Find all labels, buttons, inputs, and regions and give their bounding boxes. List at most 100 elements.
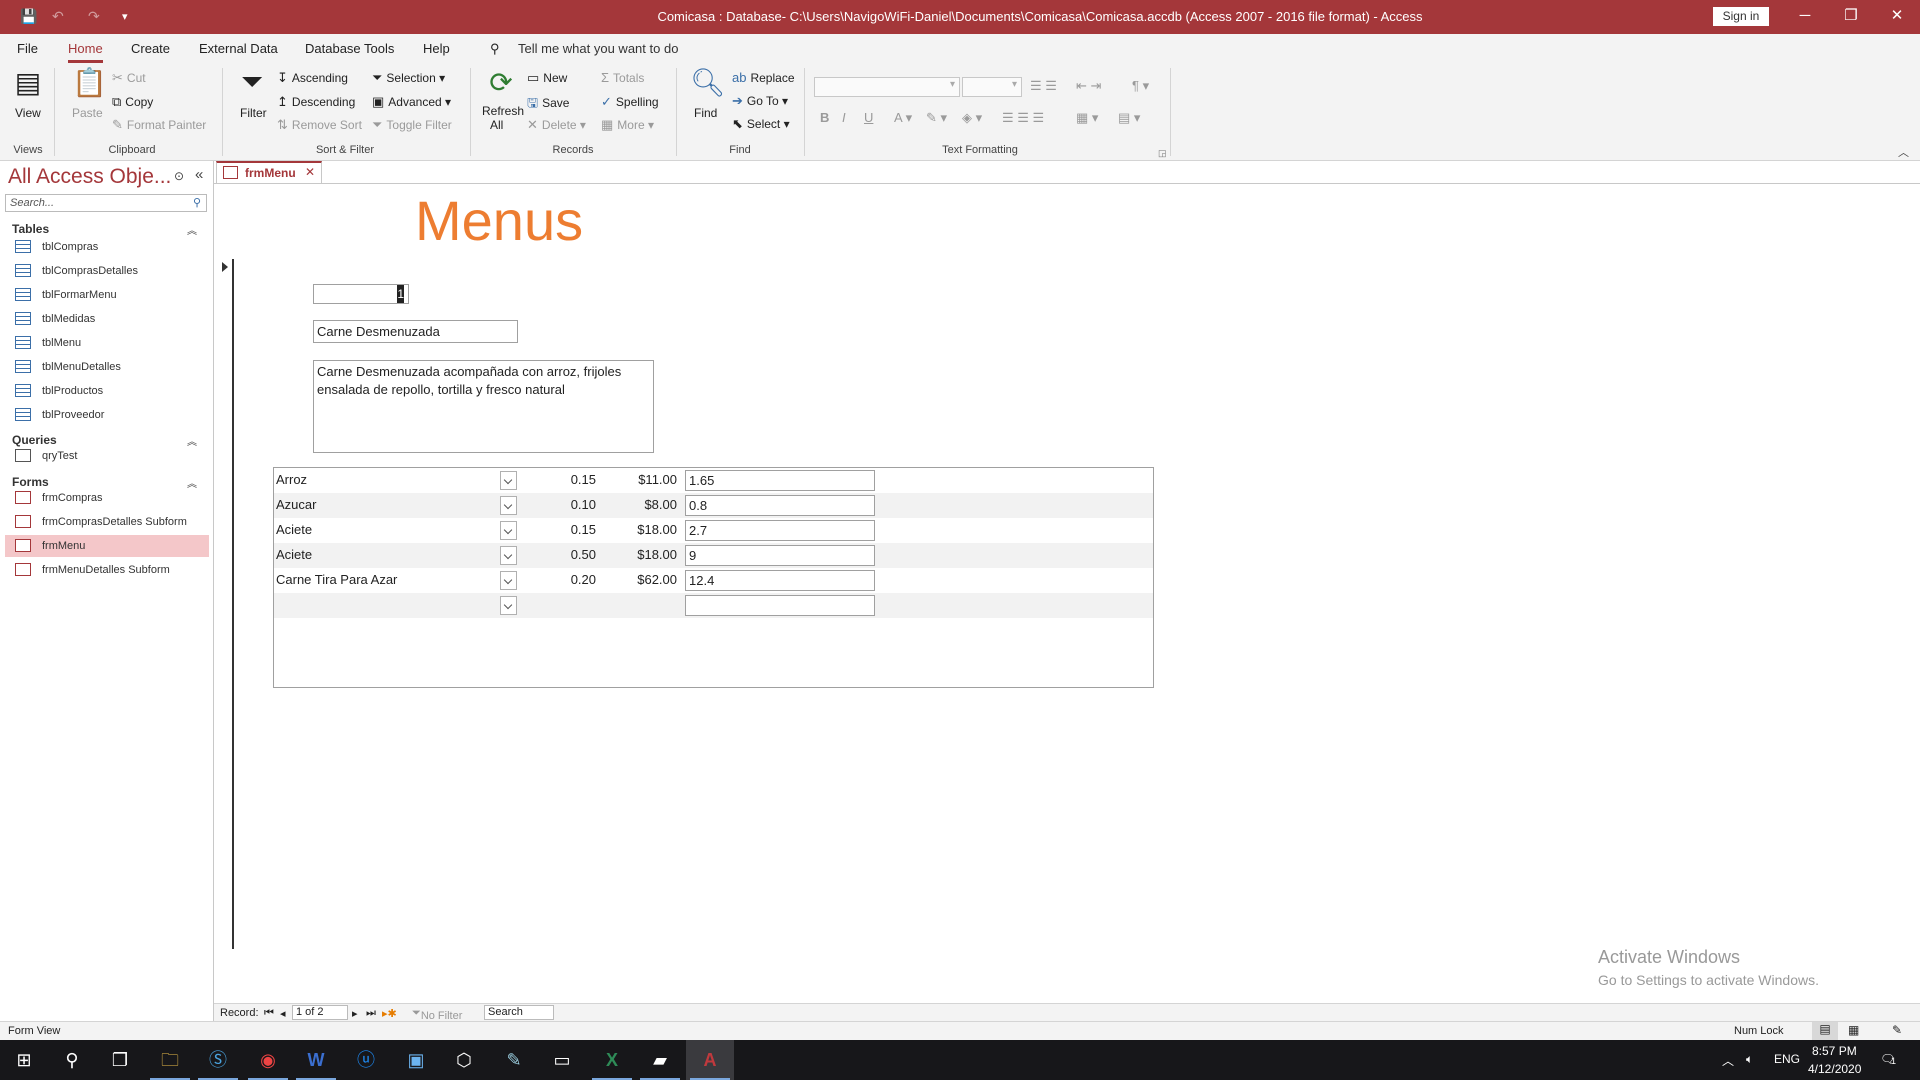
nav-item-frmmenudetalles-subform[interactable]: frmMenuDetalles Subform <box>5 559 209 581</box>
nav-group-tables[interactable]: Tables <box>12 222 49 236</box>
product-dropdown-button[interactable] <box>500 496 517 515</box>
replace-button[interactable]: ab Replace <box>732 70 795 85</box>
product-dropdown-button[interactable] <box>500 546 517 565</box>
tab-home[interactable]: Home <box>68 41 103 63</box>
volume-icon[interactable]: 🔈︎ <box>1746 1052 1753 1067</box>
total-field[interactable]: 0.8 <box>685 495 875 516</box>
nav-item-tblmenudetalles[interactable]: tblMenuDetalles <box>5 356 209 378</box>
tab-database-tools[interactable]: Database Tools <box>305 41 394 56</box>
italic-button[interactable]: I <box>842 110 846 125</box>
redo-icon[interactable]: ↷ <box>88 8 100 25</box>
search-icon[interactable]: ⚲ <box>193 196 201 209</box>
nav-item-tblformarmenu[interactable]: tblFormarMenu <box>5 284 209 306</box>
language-indicator[interactable]: ENG <box>1774 1052 1800 1066</box>
paragraph-icon[interactable]: ¶ ▾ <box>1132 78 1149 94</box>
product-combo[interactable]: Arroz <box>276 472 496 487</box>
quantity-cell[interactable]: 0.10 <box>546 497 596 512</box>
tab-external-data[interactable]: External Data <box>199 41 278 56</box>
spelling-button[interactable]: ✓ Spelling <box>601 94 659 110</box>
save-record-button[interactable]: 🖫 Save <box>527 94 569 116</box>
no-filter-button[interactable]: ⏷ No Filter <box>412 1007 462 1022</box>
format-painter-button[interactable]: ✎ Format Painter <box>112 117 206 133</box>
tell-me-input[interactable]: Tell me what you want to do <box>518 41 678 56</box>
tray-overflow-icon[interactable]: ︿ <box>1722 1052 1734 1069</box>
toggle-filter-button[interactable]: ⏷ Toggle Filter <box>372 117 452 133</box>
notepad-icon[interactable]: ✎ <box>490 1040 538 1080</box>
record-selector[interactable] <box>215 259 234 949</box>
app-window-icon[interactable]: ▣ <box>392 1040 440 1080</box>
select-button[interactable]: ⬉ Select ▾ <box>732 116 790 132</box>
align-icons[interactable]: ☰ ☰ ☰ <box>1002 110 1044 126</box>
record-search-input[interactable]: Search <box>484 1005 554 1020</box>
nav-item-tblproductos[interactable]: tblProductos <box>5 380 209 402</box>
menu-description-field[interactable]: Carne Desmenuzada acompañada con arroz, … <box>313 360 654 453</box>
subform-row[interactable] <box>274 593 1153 618</box>
refresh-all-sub[interactable]: All <box>490 118 503 132</box>
nav-menu-icon[interactable]: ⊙ <box>174 169 184 183</box>
refresh-icon[interactable]: ⟳ <box>486 66 516 99</box>
nav-item-frmmenu[interactable]: frmMenu <box>5 535 209 557</box>
close-tab-icon[interactable]: ✕ <box>305 165 315 179</box>
alt-row-color-icon[interactable]: ▤ ▾ <box>1118 110 1140 126</box>
collapse-nav-icon[interactable]: « <box>195 166 203 183</box>
product-dropdown-button[interactable] <box>500 596 517 615</box>
record-position-input[interactable]: 1 of 2 <box>292 1005 348 1020</box>
filter-icon[interactable]: ⏷ <box>236 66 268 99</box>
nav-item-qrytest[interactable]: qryTest <box>5 445 209 467</box>
nav-search-input[interactable]: Search... <box>5 194 207 212</box>
product-combo[interactable]: Azucar <box>276 497 496 512</box>
nav-item-tblcompras[interactable]: tblCompras <box>5 236 209 258</box>
totals-button[interactable]: Σ Totals <box>601 70 644 85</box>
virtualbox-icon[interactable]: ⬡ <box>440 1040 488 1080</box>
form-view-icon[interactable]: ▤ <box>1812 1022 1838 1040</box>
product-combo[interactable]: Carne Tira Para Azar <box>276 572 496 587</box>
access-icon[interactable]: A <box>686 1040 734 1080</box>
start-windows-icon[interactable]: ⊞ <box>0 1040 48 1080</box>
tab-file[interactable]: File <box>17 41 38 56</box>
clock-time[interactable]: 8:57 PM <box>1812 1044 1857 1058</box>
subform-row[interactable]: Arroz 0.15 $11.00 1.65 <box>274 468 1153 493</box>
font-name-combo[interactable]: ▾ <box>814 77 960 97</box>
new-record-icon[interactable]: ▸✱ <box>382 1007 397 1020</box>
advanced-button[interactable]: ▣ Advanced ▾ <box>372 94 451 110</box>
refresh-all-button[interactable]: Refresh <box>482 104 524 118</box>
view-icon[interactable]: ▤ <box>12 66 44 99</box>
subform-row[interactable]: Aciete 0.50 $18.00 9 <box>274 543 1153 568</box>
tab-help[interactable]: Help <box>423 41 450 56</box>
tab-frmMenu[interactable]: frmMenu ✕ <box>216 161 322 183</box>
layout-view-icon[interactable]: ▦ <box>1848 1023 1859 1037</box>
close-button[interactable]: ✕ <box>1874 0 1920 34</box>
indent-icon[interactable]: ⇤ ⇥ <box>1076 78 1101 94</box>
search-icon[interactable]: ⚲ <box>48 1040 96 1080</box>
total-field[interactable]: 9 <box>685 545 875 566</box>
total-field[interactable]: 2.7 <box>685 520 875 541</box>
menu-name-field[interactable]: Carne Desmenuzada <box>313 320 518 343</box>
sign-in-button[interactable]: Sign in <box>1713 7 1769 26</box>
nav-item-tblproveedor[interactable]: tblProveedor <box>5 404 209 426</box>
clock-date[interactable]: 4/12/2020 <box>1808 1062 1861 1076</box>
underline-button[interactable]: U <box>864 110 873 125</box>
quantity-cell[interactable]: 0.20 <box>546 572 596 587</box>
bold-button[interactable]: B <box>820 110 829 125</box>
quantity-cell[interactable]: 0.15 <box>546 522 596 537</box>
file-explorer-icon[interactable]: 🗀 <box>146 1040 194 1080</box>
menu-id-field[interactable]: 1 <box>313 284 409 304</box>
subform-row[interactable]: Azucar 0.10 $8.00 0.8 <box>274 493 1153 518</box>
selection-button[interactable]: ⏷ Selection ▾ <box>372 70 445 86</box>
product-dropdown-button[interactable] <box>500 471 517 490</box>
collapse-group-icon[interactable]: ︽ <box>187 222 197 237</box>
usb-drive-icon[interactable]: ▰ <box>636 1040 684 1080</box>
bullets-icon[interactable]: ☰ ☰ <box>1030 78 1057 94</box>
paste-icon[interactable]: 📋 <box>72 66 107 99</box>
ascending-button[interactable]: ↧ Ascending <box>277 70 348 86</box>
find-button[interactable]: Find <box>694 106 717 120</box>
design-view-icon[interactable]: ✎ <box>1892 1023 1902 1037</box>
dialog-launcher-icon[interactable]: ◲ <box>1158 148 1167 159</box>
copy-button[interactable]: ⧉ Copy <box>112 94 153 110</box>
nav-item-tblcomprasdetalles[interactable]: tblComprasDetalles <box>5 260 209 282</box>
gridlines-icon[interactable]: ▦ ▾ <box>1076 110 1098 126</box>
chrome-icon[interactable]: ◉ <box>244 1040 292 1080</box>
restore-button[interactable]: ❐ <box>1828 0 1874 34</box>
paste-button[interactable]: Paste <box>72 106 103 120</box>
word-icon[interactable]: W <box>292 1040 340 1080</box>
